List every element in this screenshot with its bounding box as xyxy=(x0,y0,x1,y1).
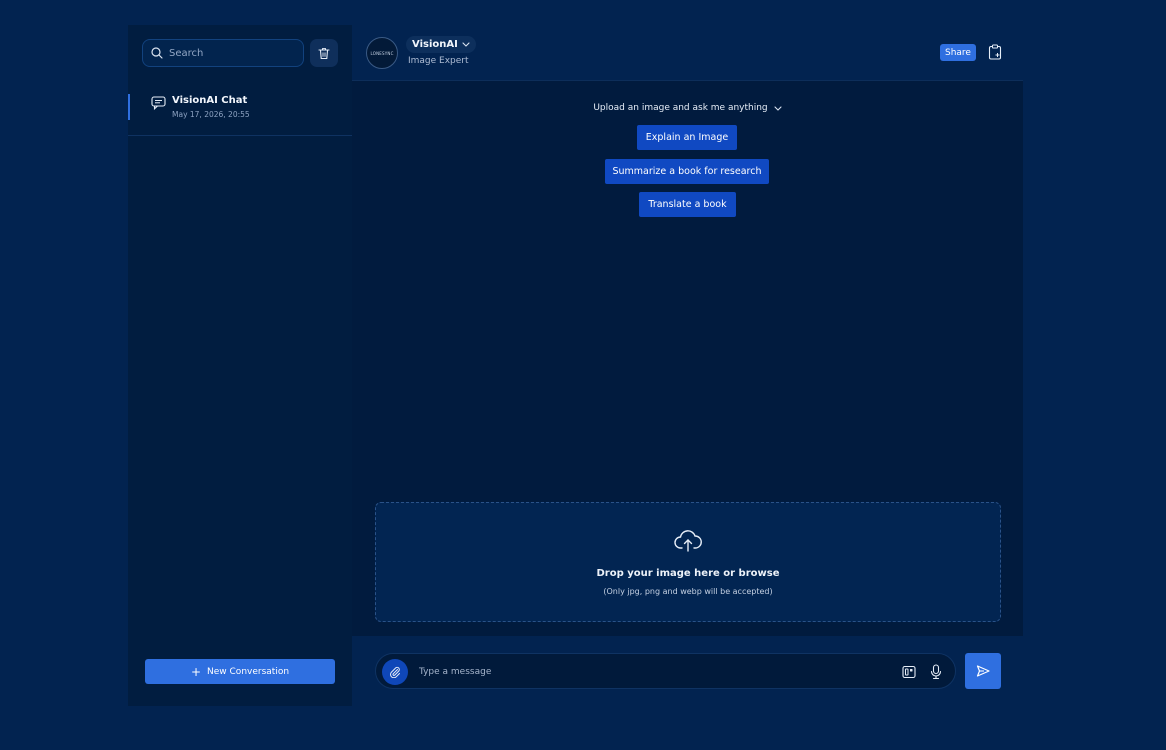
chat-bubble-icon xyxy=(151,96,166,110)
suggestion-explain-image[interactable]: Explain an Image xyxy=(637,125,737,150)
app-window: VisionAI Chat May 17, 2026, 20:55 + New … xyxy=(128,25,1023,706)
send-icon xyxy=(976,665,990,677)
message-box xyxy=(375,653,956,689)
share-button[interactable]: Share xyxy=(940,44,976,61)
plus-icon: + xyxy=(190,664,202,679)
model-selector[interactable]: VisionAI xyxy=(406,36,476,53)
paperclip-icon xyxy=(390,666,400,678)
send-button[interactable] xyxy=(965,653,1001,689)
image-dropzone[interactable]: Drop your image here or browse (Only jpg… xyxy=(375,502,1001,622)
chat-main: Upload an image and ask me anything Expl… xyxy=(352,81,1023,636)
bot-avatar: LONESYNC xyxy=(366,37,398,69)
clipboard-icon[interactable] xyxy=(988,44,1002,60)
conversation-date: May 17, 2026, 20:55 xyxy=(172,110,250,119)
sidebar: VisionAI Chat May 17, 2026, 20:55 + New … xyxy=(128,25,352,706)
new-conversation-button[interactable]: + New Conversation xyxy=(145,659,335,684)
dropzone-subtitle: (Only jpg, png and webp will be accepted… xyxy=(603,587,773,596)
suggestion-summarize-book[interactable]: Summarize a book for research xyxy=(605,159,769,184)
microphone-icon[interactable] xyxy=(930,664,942,680)
delete-conversations-button[interactable] xyxy=(310,39,338,67)
message-input[interactable] xyxy=(419,664,879,680)
keyboard-icon[interactable] xyxy=(902,665,916,679)
trash-icon xyxy=(318,47,330,59)
search-input[interactable] xyxy=(169,47,289,59)
cloud-upload-icon xyxy=(674,530,702,552)
chevron-down-icon xyxy=(774,105,782,111)
search-icon xyxy=(151,47,163,59)
suggestions-toggle[interactable]: Upload an image and ask me anything xyxy=(352,103,1023,113)
conversation-title: VisionAI Chat xyxy=(172,95,248,106)
attach-button[interactable] xyxy=(382,659,408,685)
active-indicator xyxy=(128,94,130,120)
chevron-down-icon xyxy=(462,42,470,47)
avatar-logo-text: LONESYNC xyxy=(370,50,394,56)
conversation-item[interactable]: VisionAI Chat May 17, 2026, 20:55 xyxy=(128,90,352,136)
search-box[interactable] xyxy=(142,39,304,67)
suggestions-title: Upload an image and ask me anything xyxy=(593,103,768,113)
model-subtitle: Image Expert xyxy=(408,56,469,66)
chat-header: LONESYNC VisionAI Image Expert Share xyxy=(352,25,1023,81)
suggestion-translate-book[interactable]: Translate a book xyxy=(639,192,736,217)
message-composer xyxy=(352,636,1023,706)
new-conversation-label: New Conversation xyxy=(207,666,290,677)
dropzone-title: Drop your image here or browse xyxy=(596,568,780,579)
model-name: VisionAI xyxy=(412,39,458,50)
